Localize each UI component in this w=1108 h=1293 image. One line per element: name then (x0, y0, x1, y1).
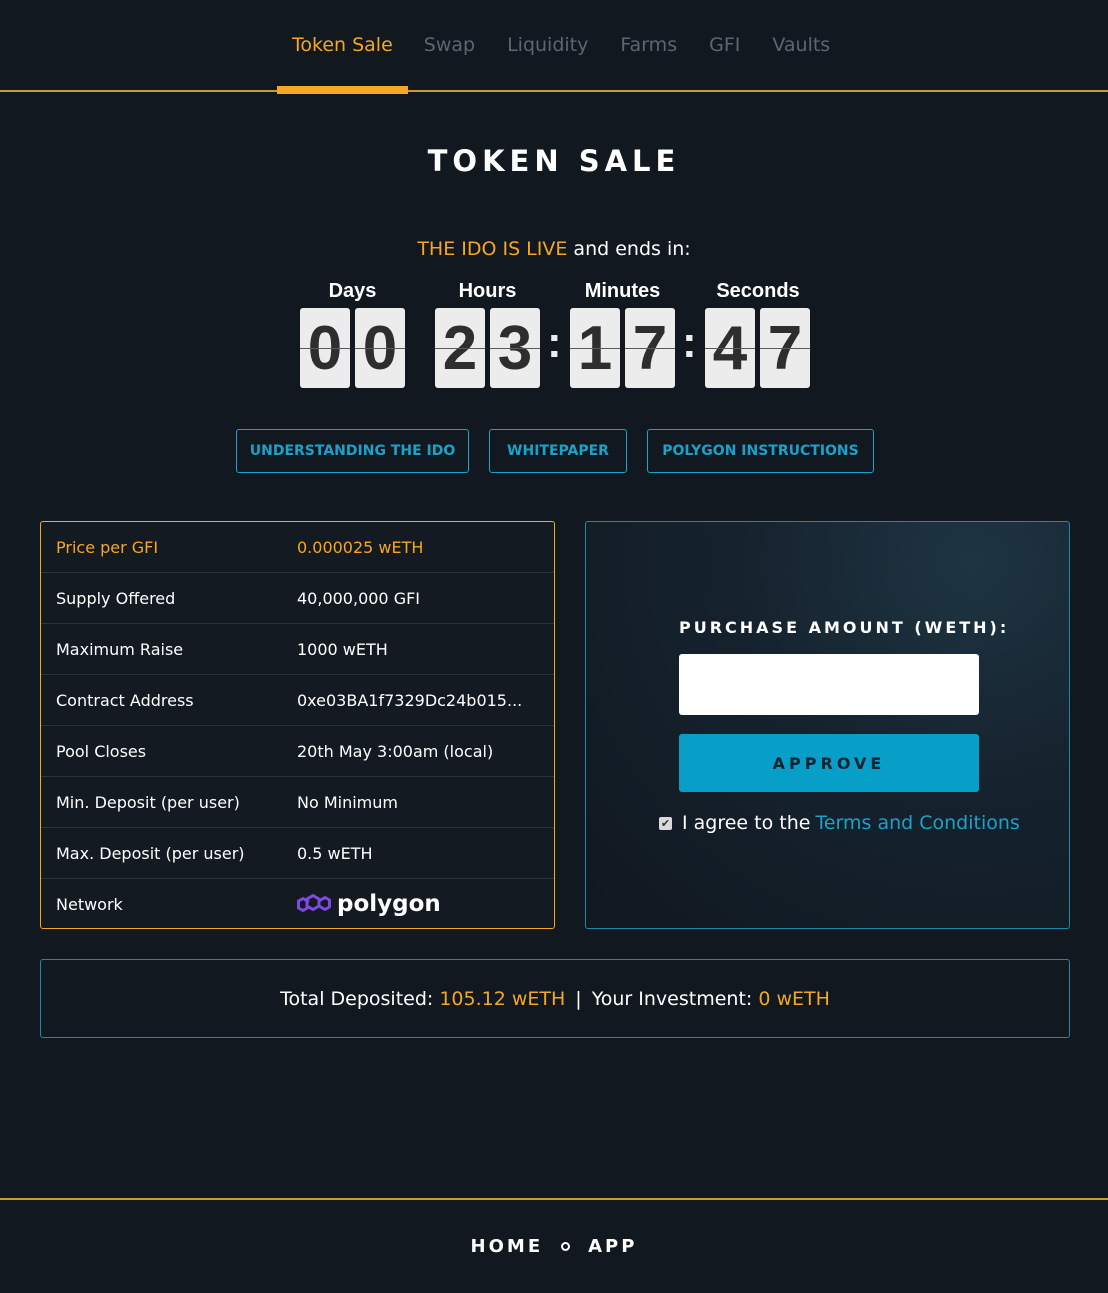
tab-gfi[interactable]: GFI (693, 0, 756, 90)
table-row: Maximum Raise 1000 wETH (41, 624, 554, 675)
row-key: Maximum Raise (56, 639, 184, 659)
footer-app-link[interactable]: APP (588, 1236, 637, 1257)
days-digit-1: 0 (300, 308, 350, 388)
polygon-logo: polygon (297, 890, 541, 918)
your-investment-value: 0 wETH (758, 987, 830, 1010)
tab-farms[interactable]: Farms (604, 0, 693, 90)
tab-liquidity[interactable]: Liquidity (491, 0, 604, 90)
your-investment-label: Your Investment: (591, 987, 753, 1010)
seconds-digit-2: 7 (760, 308, 810, 388)
contract-address[interactable]: 0xe03BA1f7329Dc24b015... (297, 691, 541, 710)
table-row: Contract Address 0xe03BA1f7329Dc24b015..… (41, 675, 554, 726)
row-key: Contract Address (56, 690, 194, 710)
row-key: Supply Offered (56, 588, 176, 608)
polygon-instructions-button[interactable]: POLYGON INSTRUCTIONS (647, 429, 874, 473)
days-label: Days (328, 280, 377, 302)
table-row: Supply Offered 40,000,000 GFI (41, 573, 554, 624)
approve-button[interactable]: APPROVE (679, 734, 979, 792)
terms-agreement: ✔ I agree to the Terms and Conditions (659, 812, 1020, 834)
agree-checkbox[interactable]: ✔ (659, 816, 672, 830)
total-deposited-label: Total Deposited: (280, 987, 434, 1010)
countdown-minutes: Minutes 1 7 (570, 280, 675, 392)
minutes-digit-1: 1 (570, 308, 620, 388)
whitepaper-button[interactable]: WHITEPAPER (489, 429, 627, 473)
totals-separator: | (575, 987, 582, 1010)
row-value: 20th May 3:00am (local) (297, 741, 494, 761)
row-value: 1000 wETH (297, 639, 388, 659)
footer-dot-separator (561, 1242, 571, 1251)
countdown-timer: Days 0 0 Hours 2 3 : Minutes 1 7 : Secon… (0, 280, 1108, 392)
hours-label: Hours (458, 280, 517, 302)
tab-token-sale[interactable]: Token Sale (277, 0, 408, 94)
totals-bar: Total Deposited: 105.12 wETH | Your Inve… (40, 959, 1070, 1038)
row-key: Network (56, 894, 123, 914)
ido-status: THE IDO IS LIVE and ends in: (0, 238, 1108, 260)
hours-digit-1: 2 (435, 308, 485, 388)
row-value: 40,000,000 GFI (297, 588, 421, 608)
countdown-days: Days 0 0 (300, 280, 405, 392)
tab-vaults[interactable]: Vaults (756, 0, 846, 90)
agree-text: I agree to the (682, 812, 811, 834)
footer-home-link[interactable]: HOME (471, 1236, 544, 1257)
colon-separator: : (682, 318, 697, 367)
table-row: Max. Deposit (per user) 0.5 wETH (41, 828, 554, 879)
row-key: Min. Deposit (per user) (56, 792, 240, 812)
ido-live-text: THE IDO IS LIVE (417, 238, 568, 260)
colon-separator: : (547, 318, 562, 367)
footer: HOME APP (0, 1198, 1108, 1293)
page-title: TOKEN SALE (427, 144, 681, 178)
minutes-label: Minutes (584, 280, 661, 302)
purchase-amount-input[interactable] (679, 654, 979, 715)
purchase-amount-label: PURCHASE AMOUNT (WETH): (679, 618, 1010, 637)
minutes-digit-2: 7 (625, 308, 675, 388)
top-nav: Token Sale Swap Liquidity Farms GFI Vaul… (0, 0, 1108, 94)
row-key: Price per GFI (56, 537, 159, 557)
polygon-icon (297, 894, 331, 912)
ido-ends-text: and ends in: (573, 238, 691, 260)
understanding-ido-button[interactable]: UNDERSTANDING THE IDO (236, 429, 469, 473)
terms-link[interactable]: Terms and Conditions (815, 812, 1019, 834)
row-value: 0.000025 wETH (297, 537, 424, 557)
days-digit-2: 0 (355, 308, 405, 388)
row-value: No Minimum (297, 792, 398, 812)
total-deposited-value: 105.12 wETH (439, 987, 566, 1010)
table-row: Network polygon (41, 879, 554, 929)
seconds-label: Seconds (716, 280, 800, 302)
table-row: Min. Deposit (per user) No Minimum (41, 777, 554, 828)
row-key: Pool Closes (56, 741, 147, 761)
table-row: Price per GFI 0.000025 wETH (41, 522, 554, 573)
row-value: 0.5 wETH (297, 843, 373, 863)
nav-tabs: Token Sale Swap Liquidity Farms GFI Vaul… (277, 0, 846, 94)
sale-info-table: Price per GFI 0.000025 wETH Supply Offer… (40, 521, 555, 929)
table-row: Pool Closes 20th May 3:00am (local) (41, 726, 554, 777)
countdown-seconds: Seconds 4 7 (705, 280, 811, 392)
tab-swap[interactable]: Swap (408, 0, 491, 90)
hours-digit-2: 3 (490, 308, 540, 388)
seconds-digit-1: 4 (705, 308, 755, 388)
polygon-wordmark: polygon (337, 891, 441, 917)
row-key: Max. Deposit (per user) (56, 843, 245, 863)
purchase-panel: PURCHASE AMOUNT (WETH): APPROVE ✔ I agre… (585, 521, 1070, 929)
countdown-hours: Hours 2 3 (435, 280, 540, 392)
